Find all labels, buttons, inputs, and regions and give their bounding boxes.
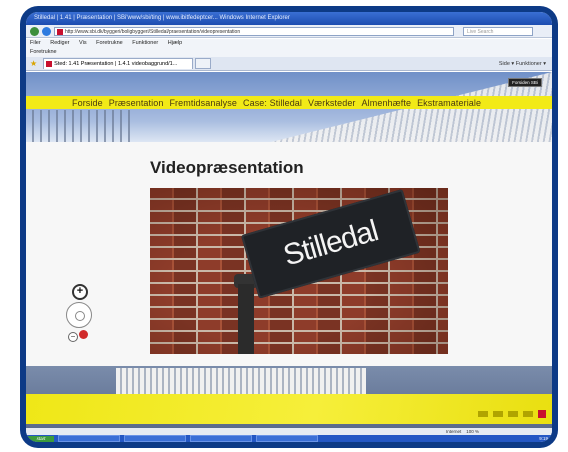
forward-button[interactable] bbox=[42, 26, 51, 36]
browser-window: Stilledal | 1.41 | Præsentation | SBi'ww… bbox=[26, 12, 552, 442]
menu-bar: Filer Rediger Vis Foretrukne Funktioner … bbox=[26, 39, 552, 48]
nav-almenhaefte[interactable]: Almenhæfte bbox=[362, 98, 412, 108]
status-zone: Internet bbox=[446, 429, 462, 434]
menu-view[interactable]: Vis bbox=[79, 40, 87, 46]
command-bar[interactable]: Side ▾ Funktioner ▾ bbox=[499, 61, 546, 67]
favorites-bar: Foretrukne bbox=[26, 48, 552, 57]
web-page: Forsiden SBi Forside Præsentation Fremti… bbox=[26, 72, 552, 428]
address-row: http://www.sbi.dk/byggeri/boligbyggeri/S… bbox=[26, 25, 552, 38]
taskbar-item[interactable] bbox=[256, 435, 318, 442]
taskbar-item[interactable] bbox=[190, 435, 252, 442]
stop-icon[interactable] bbox=[79, 330, 88, 339]
player-button[interactable] bbox=[508, 411, 518, 417]
window-title: Stilledal | 1.41 | Præsentation | SBi'ww… bbox=[26, 12, 552, 25]
search-input[interactable]: Live Search bbox=[463, 26, 533, 36]
nav-fremtidsanalyse[interactable]: Fremtidsanalyse bbox=[169, 98, 237, 108]
menu-edit[interactable]: Rediger bbox=[50, 40, 69, 46]
player-button[interactable] bbox=[478, 411, 488, 417]
page-title: Videopræsentation bbox=[150, 158, 304, 177]
favorites-button[interactable]: Foretrukne bbox=[30, 49, 57, 55]
back-button[interactable] bbox=[30, 26, 39, 36]
nav-forside[interactable]: Forside bbox=[72, 98, 103, 108]
taskbar-clock: 9:19 bbox=[539, 436, 548, 441]
zoom-level[interactable]: 100 % bbox=[466, 429, 479, 434]
nav-vaerksteder[interactable]: Værksteder bbox=[308, 98, 356, 108]
player-button[interactable] bbox=[523, 411, 533, 417]
map-zoom-control: + − bbox=[64, 284, 92, 350]
nav-praesentation[interactable]: Præsentation bbox=[109, 98, 164, 108]
taskbar-item[interactable] bbox=[124, 435, 186, 442]
monitor-frame: Stilledal | 1.41 | Præsentation | SBi'ww… bbox=[20, 6, 558, 448]
favorites-star-icon[interactable]: ★ bbox=[30, 59, 37, 68]
zoom-in-button[interactable]: + bbox=[72, 284, 88, 300]
new-tab-button[interactable] bbox=[195, 58, 212, 69]
menu-tools[interactable]: Funktioner bbox=[132, 40, 158, 46]
zoom-out-button[interactable]: − bbox=[68, 332, 78, 342]
browser-tab[interactable]: Sted: 1.41 Præsentation | 1.4.1 videobag… bbox=[43, 58, 194, 69]
close-icon[interactable] bbox=[538, 410, 546, 418]
site-home-button[interactable]: Forsiden SBi bbox=[508, 78, 542, 87]
taskbar-item[interactable] bbox=[58, 435, 120, 442]
tab-row: ★ Sted: 1.41 Præsentation | 1.4.1 videob… bbox=[26, 57, 552, 71]
menu-help[interactable]: Hjælp bbox=[168, 40, 182, 46]
street-sign: Stilledal bbox=[240, 188, 421, 299]
street-sign-text: Stilledal bbox=[279, 214, 382, 273]
player-controls bbox=[478, 410, 546, 418]
menu-favorites[interactable]: Foretrukne bbox=[96, 40, 123, 46]
nav-case-stilledal[interactable]: Case: Stilledal bbox=[243, 98, 302, 108]
pan-control[interactable] bbox=[66, 302, 92, 328]
start-button[interactable]: start bbox=[28, 435, 54, 442]
taskbar: start 9:19 bbox=[26, 435, 552, 442]
nav-ekstramateriale[interactable]: Ekstramateriale bbox=[417, 98, 481, 108]
video-player[interactable]: Stilledal bbox=[150, 188, 448, 354]
footer-roof-graphic bbox=[116, 368, 366, 394]
status-bar: Internet 100 % bbox=[26, 428, 552, 435]
sign-pole bbox=[238, 284, 254, 354]
footer-yellow-band bbox=[26, 394, 552, 424]
menu-file[interactable]: Filer bbox=[30, 40, 41, 46]
address-bar[interactable]: http://www.sbi.dk/byggeri/boligbyggeri/S… bbox=[54, 26, 454, 36]
player-button[interactable] bbox=[493, 411, 503, 417]
site-navigation: Forside Præsentation Fremtidsanalyse Cas… bbox=[26, 96, 552, 109]
